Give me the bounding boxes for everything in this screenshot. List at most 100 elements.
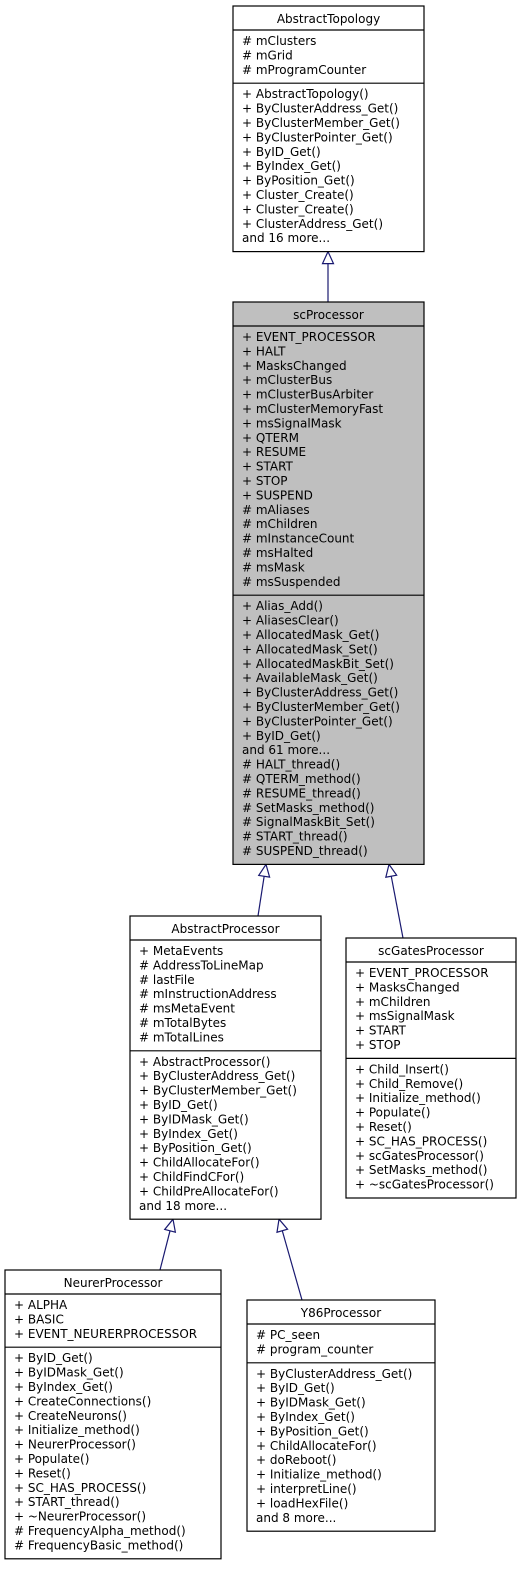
class-name[interactable]: scGatesProcessor (378, 944, 484, 958)
class-attribute[interactable]: # mInstructionAddress (139, 987, 277, 1001)
class-method[interactable]: # FrequencyBasic_method() (14, 1538, 183, 1552)
class-method[interactable]: # RESUME_thread() (242, 786, 361, 800)
class-method[interactable]: + START_thread() (14, 1495, 120, 1509)
class-method[interactable]: + doReboot() (256, 1453, 336, 1467)
class-method[interactable]: + ByPosition_Get() (256, 1424, 369, 1438)
class-method[interactable]: + ByID_Get() (14, 1351, 93, 1365)
class-attribute[interactable]: # mGrid (242, 48, 293, 62)
class-attribute[interactable]: # msHalted (242, 546, 313, 560)
class-method[interactable]: + ~scGatesProcessor() (355, 1178, 494, 1192)
class-attribute[interactable]: # AddressToLineMap (139, 958, 264, 972)
class-method[interactable]: + interpretLine() (256, 1482, 357, 1496)
class-box-AbstractProcessor[interactable]: AbstractProcessor + MetaEvents# AddressTo… (129, 915, 322, 1220)
class-attribute[interactable]: + EVENT_PROCESSOR (242, 330, 376, 344)
class-attribute[interactable]: + SUSPEND (242, 488, 313, 502)
class-attribute[interactable]: + MasksChanged (242, 359, 347, 373)
class-attribute[interactable]: # msMetaEvent (139, 1002, 235, 1016)
class-method[interactable]: # HALT_thread() (242, 758, 340, 772)
class-method[interactable]: # SignalMaskBit_Set() (242, 815, 375, 829)
class-attribute[interactable]: + mChildren (355, 995, 431, 1009)
class-method[interactable]: + ByPosition_Get() (242, 174, 355, 188)
class-method[interactable]: + ByIndex_Get() (139, 1127, 238, 1141)
class-attribute[interactable]: + START (242, 460, 294, 474)
class-method[interactable]: + Populate() (355, 1106, 430, 1120)
class-box-NeurerProcessor[interactable]: NeurerProcessor + ALPHA+ BASIC+ EVENT_NEU… (4, 1269, 222, 1560)
class-method[interactable]: + AllocatedMask_Get() (242, 628, 379, 642)
class-name[interactable]: AbstractTopology (277, 12, 380, 26)
class-method[interactable]: + ByClusterAddress_Get() (242, 102, 398, 116)
class-method[interactable]: + ClusterAddress_Get() (242, 217, 383, 231)
class-attribute[interactable]: # mChildren (242, 517, 318, 531)
class-attribute[interactable]: # PC_seen (256, 1328, 320, 1342)
class-method[interactable]: + ByClusterMember_Get() (242, 700, 400, 714)
class-name[interactable]: Y86Processor (300, 1306, 381, 1320)
class-method[interactable]: + ByID_Get() (242, 145, 321, 159)
class-name[interactable]: AbstractProcessor (171, 922, 279, 936)
class-method[interactable]: + ByID_Get() (139, 1098, 218, 1112)
class-box-scProcessor[interactable]: scProcessor + EVENT_PROCESSOR+ HALT+ Mask… (232, 301, 425, 866)
class-method[interactable]: + ByClusterAddress_Get() (256, 1367, 412, 1381)
class-attribute[interactable]: + HALT (242, 344, 286, 358)
class-method[interactable]: + ChildFindCFor() (139, 1170, 244, 1184)
class-method[interactable]: # SetMasks_method() (242, 801, 374, 815)
class-method[interactable]: + CreateConnections() (14, 1394, 151, 1408)
class-attribute[interactable]: + EVENT_NEURERPROCESSOR (14, 1327, 197, 1341)
class-attribute[interactable]: + msSignalMask (355, 1009, 455, 1023)
class-attribute[interactable]: + mClusterBus (242, 373, 332, 387)
more-members-link[interactable]: and 18 more... (139, 1199, 227, 1213)
class-attribute[interactable]: # msSuspended (242, 575, 341, 589)
class-attribute[interactable]: + EVENT_PROCESSOR (355, 966, 489, 980)
class-method[interactable]: + Reset() (14, 1466, 71, 1480)
class-attribute[interactable]: # msMask (242, 560, 305, 574)
class-method[interactable]: # SUSPEND_thread() (242, 844, 368, 858)
class-method[interactable]: + Reset() (355, 1120, 412, 1134)
class-method[interactable]: + Child_Remove() (355, 1077, 463, 1091)
class-method[interactable]: + CreateNeurons() (14, 1409, 127, 1423)
class-attribute[interactable]: + STOP (242, 474, 288, 488)
class-method[interactable]: + scGatesProcessor() (355, 1149, 484, 1163)
class-method[interactable]: + ByClusterAddress_Get() (139, 1069, 295, 1083)
class-attribute[interactable]: + MetaEvents (139, 944, 223, 958)
class-box-AbstractTopology[interactable]: AbstractTopology # mClusters# mGrid# mPro… (232, 5, 425, 253)
class-method[interactable]: # QTERM_method() (242, 772, 361, 786)
class-box-Y86Processor[interactable]: Y86Processor # PC_seen# program_counter + … (246, 1299, 436, 1532)
class-method[interactable]: + ChildAllocateFor() (139, 1156, 260, 1170)
class-method[interactable]: + Initialize_method() (14, 1423, 140, 1437)
class-method[interactable]: + ByClusterMember_Get() (139, 1084, 297, 1098)
class-method[interactable]: + SC_HAS_PROCESS() (14, 1481, 146, 1495)
class-attribute[interactable]: # lastFile (139, 973, 195, 987)
class-method[interactable]: + AllocatedMaskBit_Set() (242, 657, 394, 671)
class-attribute[interactable]: # mClusters (242, 34, 316, 48)
class-method[interactable]: + SetMasks_method() (355, 1163, 487, 1177)
class-method[interactable]: + ByID_Get() (242, 729, 321, 743)
class-attribute[interactable]: + QTERM (242, 431, 299, 445)
class-method[interactable]: + Cluster_Create() (242, 202, 354, 216)
class-method[interactable]: + AvailableMask_Get() (242, 671, 378, 685)
class-attribute[interactable]: + msSignalMask (242, 416, 342, 430)
class-attribute[interactable]: + ALPHA (14, 1298, 68, 1312)
class-method[interactable]: + AbstractTopology() (242, 87, 369, 101)
class-method[interactable]: + ByID_Get() (256, 1381, 335, 1395)
class-method[interactable]: + NeurerProcessor() (14, 1438, 136, 1452)
class-attribute[interactable]: + STOP (355, 1038, 401, 1052)
class-method[interactable]: + AllocatedMask_Set() (242, 642, 378, 656)
class-attribute[interactable]: # mInstanceCount (242, 532, 355, 546)
class-name[interactable]: scProcessor (293, 308, 364, 322)
class-method[interactable]: + Child_Insert() (355, 1062, 449, 1076)
class-attribute[interactable]: + mClusterMemoryFast (242, 402, 383, 416)
class-method[interactable]: + ByClusterMember_Get() (242, 116, 400, 130)
class-method[interactable]: + AbstractProcessor() (139, 1055, 270, 1069)
class-method[interactable]: + ByIDMask_Get() (256, 1396, 366, 1410)
class-method[interactable]: + Populate() (14, 1452, 89, 1466)
class-method[interactable]: + ByIndex_Get() (14, 1380, 113, 1394)
class-method[interactable]: + AliasesClear() (242, 614, 339, 628)
class-method[interactable]: # START_thread() (242, 830, 348, 844)
class-attribute[interactable]: # program_counter (256, 1342, 373, 1356)
class-method[interactable]: + Cluster_Create() (242, 188, 354, 202)
class-attribute[interactable]: + mClusterBusArbiter (242, 388, 373, 402)
class-method[interactable]: + ByIndex_Get() (242, 159, 341, 173)
class-method[interactable]: + ChildPreAllocateFor() (139, 1184, 279, 1198)
more-members-link[interactable]: and 16 more... (242, 231, 330, 245)
class-method[interactable]: + SC_HAS_PROCESS() (355, 1134, 487, 1148)
more-members-link[interactable]: and 61 more... (242, 743, 330, 757)
